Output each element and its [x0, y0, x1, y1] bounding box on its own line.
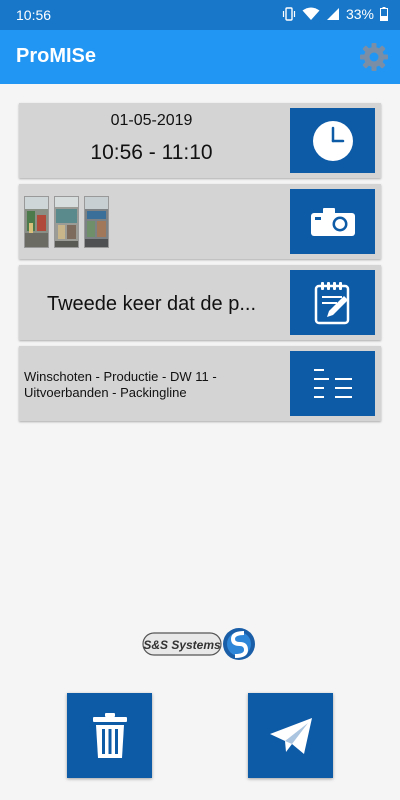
delete-button[interactable] — [67, 693, 152, 778]
status-time: 10:56 — [16, 7, 52, 23]
datetime-card: 01-05-2019 10:56 - 11:10 — [19, 103, 381, 178]
signal-icon — [326, 8, 339, 20]
status-icons: 33% — [282, 6, 388, 22]
photo-thumbnail[interactable] — [84, 196, 109, 248]
location-line-1: Winschoten - Productie - DW 11 - — [24, 369, 217, 384]
send-button[interactable] — [248, 693, 333, 778]
location-button[interactable] — [290, 351, 375, 416]
camera-button[interactable] — [290, 189, 375, 254]
company-logo: S&S Systems — [142, 628, 255, 660]
trash-icon — [92, 712, 127, 758]
time-range-text: 10:56 - 11:10 — [90, 141, 213, 164]
app-bar: ProMISe — [0, 30, 400, 84]
clock-icon — [312, 120, 353, 161]
notepad-icon — [314, 281, 349, 324]
location-card: Winschoten - Productie - DW 11 - Uitvoer… — [19, 346, 381, 421]
location-text: Winschoten - Productie - DW 11 - Uitvoer… — [24, 369, 264, 401]
location-line-2: Uitvoerbanden - Packingline — [24, 385, 187, 400]
logo-text: S&S Systems — [143, 638, 221, 652]
date-text: 01-05-2019 — [110, 112, 193, 129]
battery-icon — [380, 7, 388, 21]
list-icon — [313, 368, 352, 398]
note-button[interactable] — [290, 270, 375, 335]
photo-thumbnail[interactable] — [54, 196, 79, 248]
photo-thumbnails — [24, 196, 109, 248]
battery-percent: 33% — [345, 6, 374, 22]
note-card: Tweede keer dat de p... — [19, 265, 381, 340]
paper-plane-icon — [269, 717, 312, 754]
status-bar: 10:56 33% — [0, 0, 400, 30]
wifi-icon — [302, 7, 320, 20]
photos-card — [19, 184, 381, 259]
photo-thumbnail[interactable] — [24, 196, 49, 248]
camera-icon — [310, 207, 355, 236]
note-text: Tweede keer dat de p... — [46, 293, 257, 315]
time-button[interactable] — [290, 108, 375, 173]
gear-icon[interactable] — [359, 42, 389, 72]
app-title: ProMISe — [16, 45, 97, 67]
vibrate-icon — [282, 7, 296, 21]
